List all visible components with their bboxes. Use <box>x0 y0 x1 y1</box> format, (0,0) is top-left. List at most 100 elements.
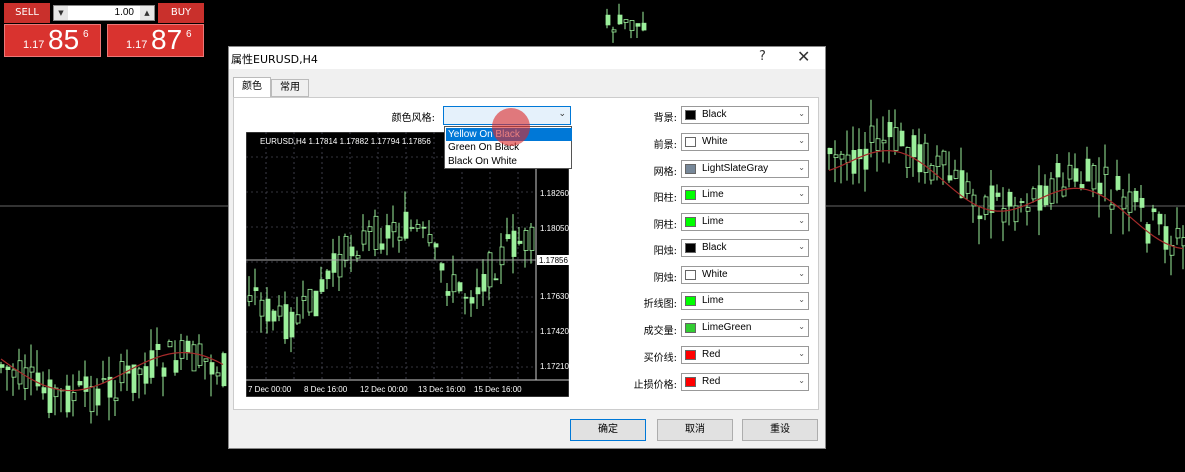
chevron-down-icon[interactable]: ⌄ <box>798 295 805 304</box>
tab-colors[interactable]: 颜色 <box>233 77 271 98</box>
help-icon[interactable]: ? <box>759 49 766 64</box>
candle-body <box>209 362 215 375</box>
price-label: 1.18050 <box>540 224 569 233</box>
candle-body <box>367 226 373 232</box>
price-label: 1.17420 <box>540 327 569 336</box>
candle-body <box>1103 166 1109 175</box>
chevron-down-icon[interactable]: ⌄ <box>798 376 805 385</box>
candle-body <box>529 226 535 251</box>
lot-increase-icon[interactable]: ▲ <box>140 6 154 20</box>
color-swatch <box>685 217 696 227</box>
close-icon[interactable]: ✕ <box>797 47 810 66</box>
color-name: LimeGreen <box>702 322 752 333</box>
candle-body <box>959 170 965 199</box>
cancel-button[interactable]: 取消 <box>657 419 733 441</box>
candle-body <box>635 23 641 27</box>
lot-value[interactable]: 1.00 <box>70 6 138 20</box>
candle-body <box>941 150 947 166</box>
candle-body <box>391 222 397 233</box>
color-picker[interactable]: Red ⌄ <box>681 373 809 391</box>
candle-body <box>191 344 197 372</box>
preview-background <box>246 132 569 397</box>
lot-decrease-icon[interactable]: ▼ <box>54 6 68 20</box>
candle-body <box>119 361 125 384</box>
candle-body <box>185 340 191 354</box>
candle-body <box>397 236 403 241</box>
candle-body <box>421 226 427 229</box>
color-property-row: 止损价格: Red ⌄ <box>601 373 809 391</box>
lot-size-input[interactable]: ▼ 1.00 ▲ <box>53 5 155 21</box>
chevron-down-icon[interactable]: ⌄ <box>798 216 805 225</box>
color-swatch <box>685 377 696 387</box>
color-property-row: 网格: LightSlateGray ⌄ <box>601 160 809 178</box>
color-picker[interactable]: Black ⌄ <box>681 106 809 124</box>
chevron-down-icon[interactable]: ⌄ <box>798 322 805 331</box>
candle-body <box>887 122 893 138</box>
color-name: White <box>702 136 728 147</box>
chevron-down-icon[interactable]: ⌄ <box>798 349 805 358</box>
buy-price-button[interactable]: 1.17 87 6 <box>107 24 204 57</box>
buy-tab[interactable]: BUY <box>158 3 204 23</box>
scheme-option-black-on-white[interactable]: Black On White <box>446 155 572 168</box>
color-picker[interactable]: LightSlateGray ⌄ <box>681 160 809 178</box>
candle-body <box>1133 190 1139 203</box>
sell-tab[interactable]: SELL <box>4 3 50 23</box>
color-name: Lime <box>702 216 724 227</box>
candle-body <box>905 147 911 168</box>
chevron-down-icon[interactable]: ⌄ <box>798 189 805 198</box>
candle-body <box>1109 204 1115 210</box>
candle-body <box>1025 207 1031 212</box>
sell-price-button[interactable]: 1.17 85 6 <box>4 24 101 57</box>
color-picker[interactable]: White ⌄ <box>681 266 809 284</box>
candle-body <box>41 387 47 394</box>
candle-body <box>481 274 487 292</box>
color-property-row: 背景: Black ⌄ <box>601 106 809 124</box>
candle-body <box>1031 188 1037 200</box>
property-label: 阳柱: <box>653 193 677 204</box>
candle-body <box>1067 164 1073 180</box>
candle-body <box>433 243 439 248</box>
candle-body <box>5 366 11 370</box>
ok-button[interactable]: 确定 <box>570 419 646 441</box>
candle-body <box>463 296 469 299</box>
color-picker[interactable]: Lime ⌄ <box>681 186 809 204</box>
color-name: Lime <box>702 295 724 306</box>
color-swatch <box>685 323 696 333</box>
candle-body <box>1127 191 1133 213</box>
candle-body <box>953 169 959 179</box>
chevron-down-icon[interactable]: ⌄ <box>798 109 805 118</box>
candle-body <box>911 135 917 158</box>
candle-body <box>1061 186 1067 197</box>
candle-body <box>343 235 349 261</box>
dialog-title-bar[interactable]: 属性EURUSD,H4 ? ✕ <box>229 47 825 69</box>
chevron-down-icon[interactable]: ⌄ <box>798 269 805 278</box>
tab-common[interactable]: 常用 <box>271 79 309 97</box>
color-swatch <box>685 137 696 147</box>
candle-body <box>373 215 379 250</box>
color-property-row: 阴烛: White ⌄ <box>601 266 809 284</box>
chevron-down-icon[interactable]: ⌄ <box>798 163 805 172</box>
candle-body <box>283 304 289 340</box>
chevron-down-icon[interactable]: ⌄ <box>798 242 805 251</box>
candle-body <box>1175 227 1181 239</box>
color-picker[interactable]: White ⌄ <box>681 133 809 151</box>
candle-body <box>935 155 941 168</box>
candle-body <box>379 243 385 250</box>
color-picker[interactable]: Lime ⌄ <box>681 292 809 310</box>
chevron-down-icon[interactable]: ⌄ <box>798 136 805 145</box>
candle-body <box>415 224 421 229</box>
chevron-down-icon[interactable]: ⌄ <box>558 109 566 119</box>
candle-body <box>505 234 511 240</box>
candle-body <box>23 367 29 389</box>
candle-body <box>337 253 343 278</box>
color-picker[interactable]: Lime ⌄ <box>681 213 809 231</box>
candle-body <box>995 192 1001 197</box>
color-picker[interactable]: Black ⌄ <box>681 239 809 257</box>
color-picker[interactable]: Red ⌄ <box>681 346 809 364</box>
candle-body <box>523 230 529 251</box>
candle-body <box>1085 158 1091 182</box>
color-property-row: 前景: White ⌄ <box>601 133 809 151</box>
reset-button[interactable]: 重设 <box>742 419 818 441</box>
color-picker[interactable]: LimeGreen ⌄ <box>681 319 809 337</box>
mouse-cursor-highlight <box>492 108 530 146</box>
